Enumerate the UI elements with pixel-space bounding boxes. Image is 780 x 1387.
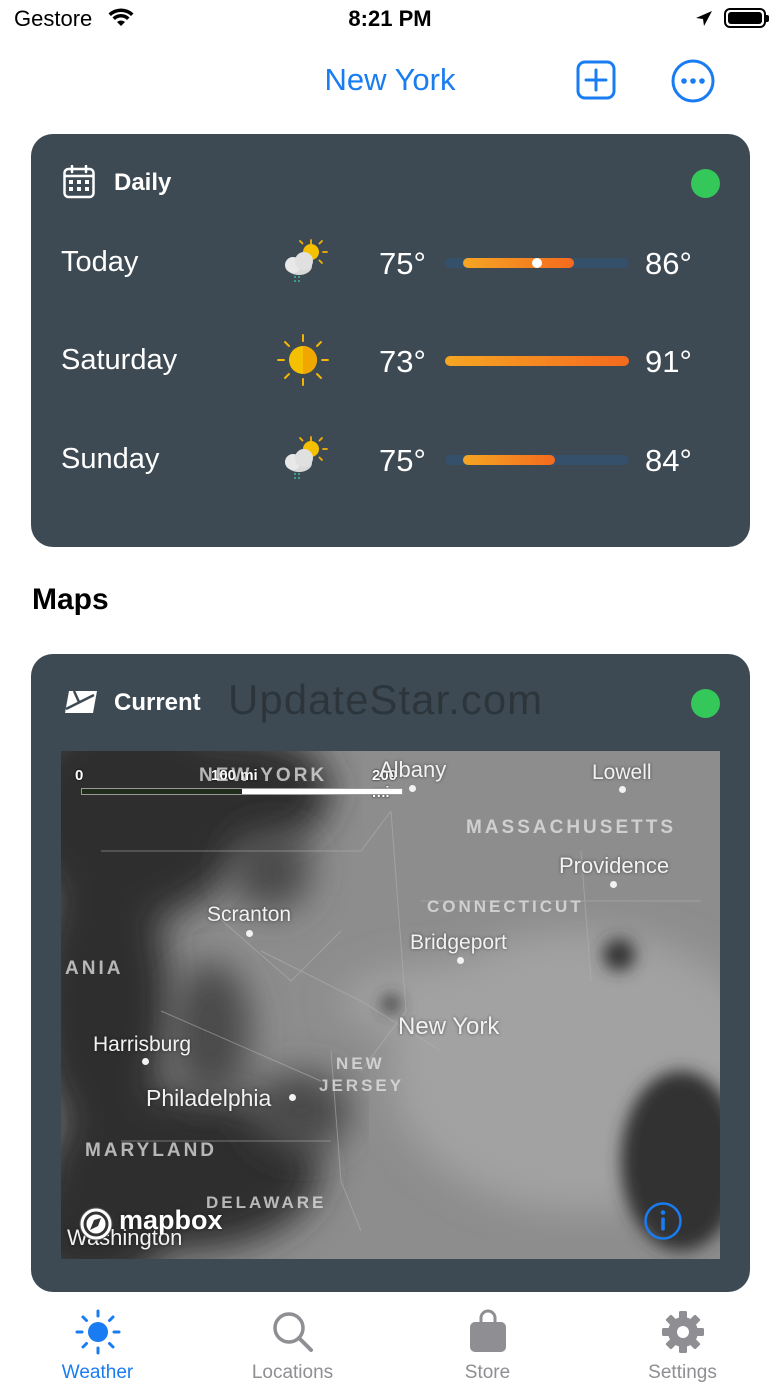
page-title: New York xyxy=(324,62,456,97)
day-name: Sunday xyxy=(61,443,160,475)
shopping-bag-icon xyxy=(470,1309,506,1352)
region-label-massachusetts: MASSACHUSETTS xyxy=(466,817,677,838)
city-dot xyxy=(289,1094,296,1101)
weather-map[interactable]: 0 100 mi 200 mi NEW YORK MASSACHUSETTS C… xyxy=(61,751,720,1259)
partly-cloudy-rain-icon xyxy=(285,436,328,480)
scale-bar-graphic xyxy=(81,788,403,795)
temperature-range-fill xyxy=(445,356,629,366)
add-location-button[interactable] xyxy=(576,60,616,100)
temperature-range-fill xyxy=(463,258,574,268)
search-icon xyxy=(273,1312,313,1352)
more-options-button[interactable] xyxy=(670,58,716,104)
city-label-scranton: Scranton xyxy=(207,903,292,926)
tab-bar: Weather Locations Store Settings xyxy=(0,1296,780,1387)
scale-label-zero: 0 xyxy=(75,767,84,784)
low-temperature: 73° xyxy=(379,344,426,379)
map-info-button[interactable] xyxy=(643,1201,683,1241)
tab-label: Weather xyxy=(61,1362,134,1383)
tab-label: Settings xyxy=(648,1362,717,1383)
temperature-range-bar xyxy=(445,455,629,465)
city-dot xyxy=(610,881,617,888)
status-bar: Gestore 8:21 PM xyxy=(0,0,780,44)
city-label-providence: Providence xyxy=(559,853,670,878)
mapbox-attribution: mapbox xyxy=(119,1205,223,1235)
city-label-new-york: New York xyxy=(398,1013,500,1040)
calendar-icon xyxy=(63,165,95,199)
battery-icon xyxy=(724,8,769,28)
sun-icon xyxy=(277,334,329,386)
current-temperature-marker xyxy=(532,258,542,268)
forecast-row-saturday[interactable]: Saturday 73° 91° xyxy=(31,332,750,392)
map-icon xyxy=(65,690,97,713)
status-time: 8:21 PM xyxy=(348,6,432,31)
city-dot xyxy=(246,930,253,937)
city-label-bridgeport: Bridgeport xyxy=(410,931,507,954)
high-temperature: 91° xyxy=(645,344,692,379)
city-label-harrisburg: Harrisburg xyxy=(93,1033,192,1056)
status-indicator-dot xyxy=(691,169,720,198)
high-temperature: 86° xyxy=(645,246,692,281)
mapbox-logo-icon xyxy=(79,1207,113,1241)
city-dot xyxy=(457,957,464,964)
location-arrow-icon xyxy=(696,11,712,26)
partly-cloudy-rain-icon xyxy=(285,239,328,283)
temperature-range-bar xyxy=(445,258,629,268)
city-label-lowell: Lowell xyxy=(592,761,652,784)
daily-forecast-card[interactable]: Daily Today 75° 86° Saturday 73° 91° Sun… xyxy=(31,134,750,547)
nav-bar: New York xyxy=(0,44,780,120)
status-indicator-dot xyxy=(691,689,720,718)
tab-weather[interactable]: Weather xyxy=(0,1296,195,1387)
region-label-new-jersey-1: NEW xyxy=(336,1054,385,1073)
tab-label: Locations xyxy=(251,1362,334,1383)
region-label-maryland: MARYLAND xyxy=(85,1140,218,1161)
tab-label: Store xyxy=(464,1362,511,1383)
city-label-philadelphia: Philadelphia xyxy=(146,1085,272,1111)
map-card-title: Current xyxy=(114,689,201,716)
high-temperature: 84° xyxy=(645,443,692,478)
day-name: Saturday xyxy=(61,344,178,376)
day-name: Today xyxy=(61,246,139,278)
city-label-albany: Albany xyxy=(379,757,447,782)
tab-locations[interactable]: Locations xyxy=(195,1296,390,1387)
gear-icon xyxy=(662,1311,704,1353)
temperature-range-bar xyxy=(445,356,629,366)
low-temperature: 75° xyxy=(379,443,426,478)
region-label-new-jersey-2: JERSEY xyxy=(319,1076,405,1095)
region-label-new-york: NEW YORK xyxy=(199,765,328,786)
sun-icon xyxy=(75,1309,121,1355)
tab-store[interactable]: Store xyxy=(390,1296,585,1387)
city-dot xyxy=(619,786,626,793)
forecast-row-today[interactable]: Today 75° 86° xyxy=(31,234,750,294)
region-label-pennsylvania: ANIA xyxy=(65,958,124,979)
forecast-row-sunday[interactable]: Sunday 75° 84° xyxy=(31,431,750,491)
current-map-card[interactable]: Current 0 100 mi 200 NEW YORK MASSACHUSE… xyxy=(31,654,750,1292)
daily-card-title: Daily xyxy=(114,169,172,196)
region-label-delaware: DELAWARE xyxy=(206,1193,327,1212)
city-dot xyxy=(142,1058,149,1065)
city-dot xyxy=(409,785,416,792)
maps-section-title: Maps xyxy=(32,583,109,616)
tab-settings[interactable]: Settings xyxy=(585,1296,780,1387)
temperature-range-fill xyxy=(463,455,555,465)
low-temperature: 75° xyxy=(379,246,426,281)
region-label-connecticut: CONNECTICUT xyxy=(427,897,584,916)
